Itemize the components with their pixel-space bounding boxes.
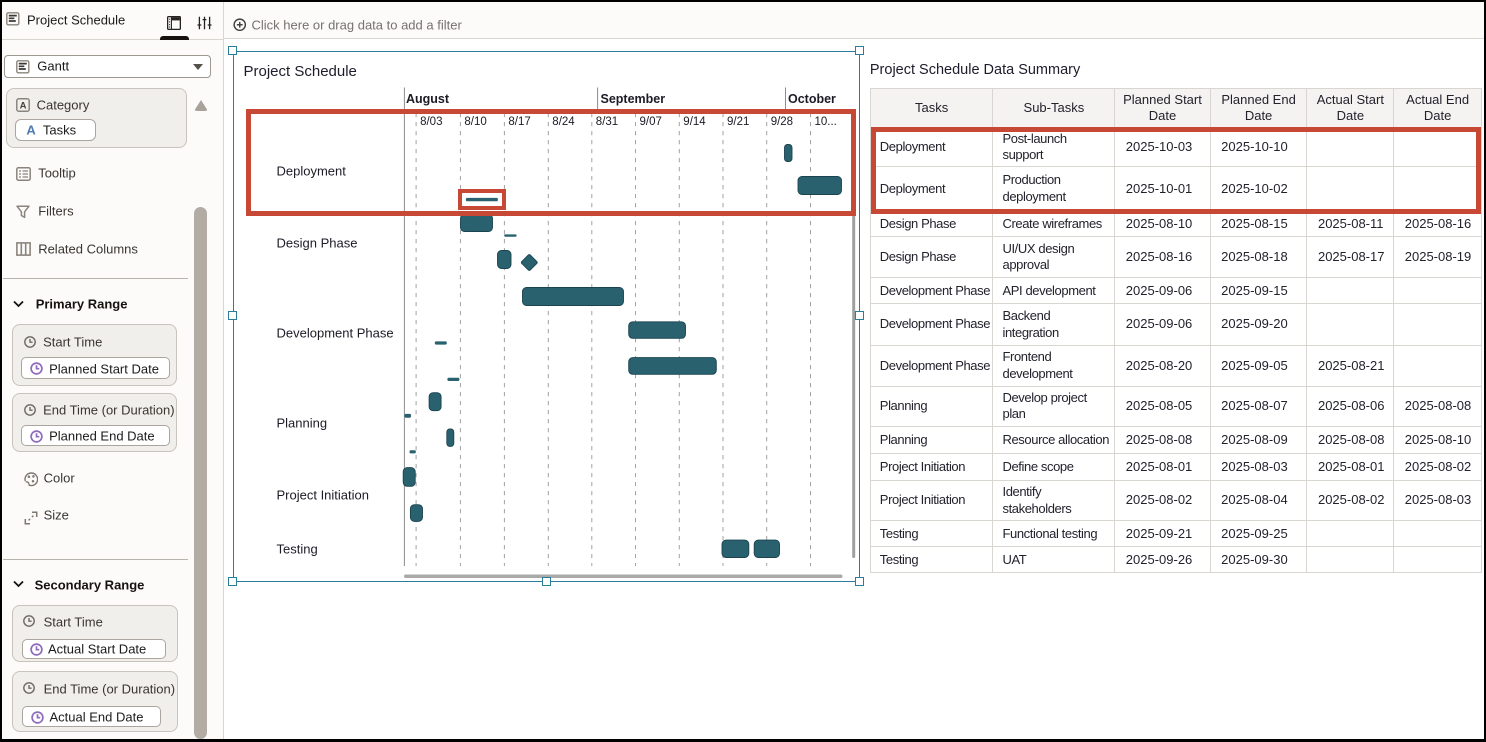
svg-text:A: A [20, 100, 27, 111]
